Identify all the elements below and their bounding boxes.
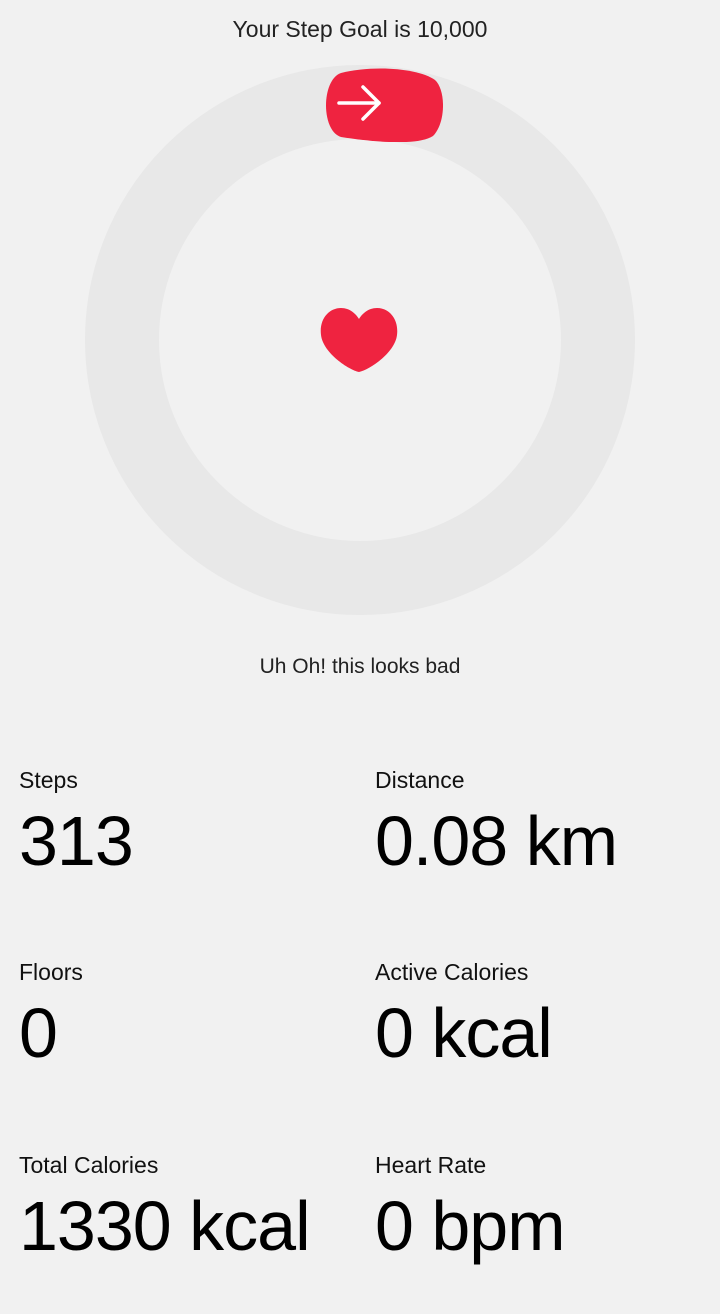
stat-label: Steps [19,767,78,793]
stat-label: Distance [375,767,465,793]
stat-value: 313 [19,802,134,880]
stat-total-calories: Total Calories 1330 kcal [19,1151,359,1267]
progress-indicator-button[interactable] [323,68,443,142]
stat-label: Active Calories [375,959,529,985]
stat-heart-rate: Heart Rate 0 bpm [375,1151,715,1267]
stat-label: Total Calories [19,1152,159,1178]
stat-steps: Steps 313 [19,766,359,882]
heart-icon [319,305,399,375]
stat-value: 0.08 km [375,802,618,880]
progress-indicator-shape [326,68,443,142]
stat-value: 0 [19,994,58,1072]
stat-value: 0 kcal [375,994,553,1072]
stat-value: 1330 kcal [19,1187,311,1265]
status-message: Uh Oh! this looks bad [259,655,461,678]
step-goal-title: Your Step Goal is 10,000 [232,16,488,42]
stat-label: Floors [19,959,83,985]
stat-distance: Distance 0.08 km [375,766,715,882]
stat-label: Heart Rate [375,1152,487,1178]
stat-value: 0 bpm [375,1187,566,1265]
stat-floors: Floors 0 [19,958,359,1074]
stat-active-calories: Active Calories 0 kcal [375,958,715,1074]
